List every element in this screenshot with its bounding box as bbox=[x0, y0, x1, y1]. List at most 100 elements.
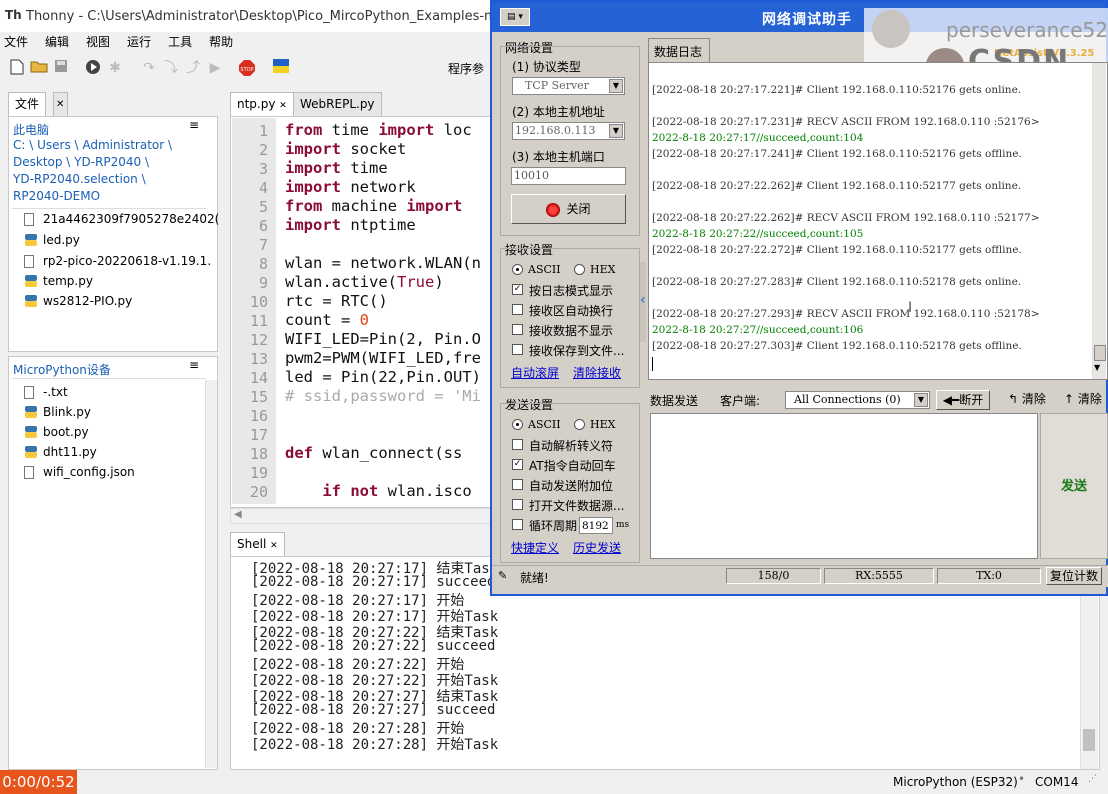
stop-icon[interactable]: STOP bbox=[238, 59, 256, 77]
clear-all-button[interactable]: ↑ 清除 bbox=[1064, 390, 1102, 407]
history-link[interactable]: 历史发送 bbox=[573, 539, 621, 556]
tab-files[interactable]: 文件 bbox=[8, 92, 47, 116]
open-folder-icon[interactable] bbox=[30, 59, 48, 77]
file-name: rp2-pico-20220618-v1.19.1. bbox=[43, 254, 212, 268]
path-segment[interactable]: RP2040-DEMO bbox=[13, 189, 100, 203]
port-input[interactable]: 10010 bbox=[511, 167, 626, 185]
save-icon[interactable] bbox=[52, 59, 70, 77]
escape-checkbox[interactable] bbox=[512, 439, 523, 450]
divider bbox=[12, 208, 206, 209]
send-hex-radio[interactable] bbox=[574, 419, 585, 430]
file-name: Blink.py bbox=[43, 405, 91, 419]
panel-menu-icon[interactable]: ≡ bbox=[189, 118, 199, 132]
menu-tools[interactable]: 工具 bbox=[168, 32, 192, 52]
close-connection-button[interactable]: 关闭 bbox=[511, 194, 626, 224]
collapse-arrow-icon[interactable]: ‹ bbox=[640, 292, 646, 308]
auto-wrap-checkbox[interactable] bbox=[512, 304, 523, 315]
tab-data-log[interactable]: 数据日志 bbox=[648, 38, 710, 62]
protocol-select[interactable]: TCP Server ▼ bbox=[512, 77, 625, 95]
path-segment[interactable]: YD-RP2040.selection \ bbox=[13, 172, 146, 186]
close-icon[interactable]: ✕ bbox=[279, 101, 287, 111]
this-pc-label[interactable]: 此电脑 bbox=[13, 121, 49, 138]
python-file-icon bbox=[24, 294, 38, 308]
reset-count-button[interactable]: 复位计数 bbox=[1046, 567, 1102, 585]
close-icon[interactable]: ✕ bbox=[270, 541, 278, 551]
at-cr-label: AT指令自动回车 bbox=[529, 459, 616, 473]
loop-period-input[interactable]: 8192 bbox=[579, 517, 613, 534]
scroll-thumb[interactable] bbox=[1083, 729, 1095, 751]
tab-webrepl-py[interactable]: WebREPL.py bbox=[293, 92, 382, 116]
line-number: 6 bbox=[258, 217, 268, 235]
step-into-icon[interactable]: ⤵ bbox=[162, 59, 180, 77]
device-scrollbar[interactable] bbox=[205, 380, 217, 768]
scroll-thumb[interactable] bbox=[1094, 345, 1106, 361]
send-ascii-radio[interactable] bbox=[512, 419, 523, 430]
status-icon: ✎ bbox=[498, 569, 508, 582]
save-to-file-checkbox[interactable] bbox=[512, 344, 523, 355]
loop-checkbox[interactable] bbox=[512, 519, 523, 530]
file-source-checkbox[interactable] bbox=[512, 499, 523, 510]
menu-edit[interactable]: 编辑 bbox=[45, 32, 69, 52]
line-number: 7 bbox=[258, 236, 268, 254]
interpreter-label[interactable]: MicroPython (ESP32) bbox=[893, 775, 1018, 789]
menu-run[interactable]: 运行 bbox=[127, 32, 151, 52]
menu-help[interactable]: 帮助 bbox=[209, 32, 233, 52]
menu-file[interactable]: 文件 bbox=[4, 32, 28, 52]
log-line: [2022-08-18 20:27:27.303]# Client 192.16… bbox=[652, 340, 1022, 352]
step-over-icon[interactable]: ↷ bbox=[140, 59, 158, 77]
host-select[interactable]: 192.168.0.113 ▼ bbox=[512, 122, 625, 140]
editor-hscrollbar[interactable]: ◀ bbox=[230, 508, 492, 524]
disconnect-button[interactable]: ◀━断开 bbox=[936, 390, 990, 410]
recv-hex-radio[interactable] bbox=[574, 264, 585, 275]
send-input[interactable] bbox=[650, 413, 1038, 559]
status-rx: RX:5555 bbox=[824, 568, 934, 584]
divider bbox=[12, 378, 206, 379]
log-scrollbar[interactable]: ▼ bbox=[1092, 63, 1106, 379]
clear-recv-link[interactable]: 清除接收 bbox=[573, 364, 621, 381]
at-cr-checkbox[interactable]: ✓ bbox=[512, 459, 523, 470]
status-led-icon bbox=[546, 202, 561, 217]
append-checkbox[interactable] bbox=[512, 479, 523, 490]
line-number: 10 bbox=[249, 293, 268, 311]
tab-shell[interactable]: Shell ✕ bbox=[230, 532, 285, 556]
file-name: boot.py bbox=[43, 425, 89, 439]
new-file-icon[interactable] bbox=[8, 59, 26, 77]
chevron-down-icon[interactable]: ▼ bbox=[609, 124, 623, 138]
panel-menu-icon[interactable]: ≡ bbox=[189, 358, 199, 372]
chevron-down-icon[interactable]: ▼ bbox=[914, 393, 928, 407]
code-line: wlan = network.WLAN(n bbox=[285, 254, 481, 272]
escape-label: 自动解析转义符 bbox=[529, 439, 614, 453]
step-out-icon[interactable]: ⤴ bbox=[184, 59, 202, 77]
log-mode-checkbox[interactable]: ✓ bbox=[512, 284, 523, 295]
shortcut-link[interactable]: 快捷定义 bbox=[511, 539, 559, 556]
host-value: 192.168.0.113 bbox=[515, 124, 596, 137]
send-button[interactable]: 发送 bbox=[1040, 413, 1108, 559]
scroll-down-icon[interactable]: ▼ bbox=[1094, 363, 1100, 372]
svg-text:STOP: STOP bbox=[240, 67, 253, 73]
close-icon[interactable]: ✕ bbox=[53, 92, 68, 116]
port-label[interactable]: COM14 bbox=[1035, 775, 1078, 789]
resume-icon[interactable]: ▶ bbox=[206, 59, 224, 77]
line-number: 9 bbox=[258, 274, 268, 292]
path-segment[interactable]: Desktop \ YD-RP2040 \ bbox=[13, 155, 149, 169]
debug-icon[interactable]: ✱ bbox=[106, 59, 124, 77]
tab-data-send[interactable]: 数据发送 bbox=[650, 392, 698, 409]
chevron-down-icon[interactable]: ▼ bbox=[609, 79, 623, 93]
menu-bar: 文件 编辑 视图 运行 工具 帮助 bbox=[0, 32, 490, 52]
auto-scroll-link[interactable]: 自动滚屏 bbox=[511, 364, 559, 381]
path-segment[interactable]: C: \ Users \ Administrator \ bbox=[13, 138, 172, 152]
window-title: Thonny - C:\Users\Administrator\Desktop\… bbox=[26, 9, 530, 24]
resize-grip-icon[interactable]: ⋰ bbox=[1088, 774, 1097, 784]
log-line: [2022-08-18 20:27:17.241]# Client 192.16… bbox=[652, 148, 1022, 160]
device-label[interactable]: MicroPython设备 bbox=[13, 361, 111, 378]
clear-icon: ↑ bbox=[1064, 392, 1078, 406]
client-select[interactable]: All Connections (0) ▼ bbox=[785, 391, 930, 409]
system-menu-icon[interactable]: ▤ ▾ bbox=[500, 8, 530, 26]
hide-recv-checkbox[interactable] bbox=[512, 324, 523, 335]
log-line: [2022-08-18 20:27:17.231]# RECV ASCII FR… bbox=[652, 116, 1040, 128]
run-icon[interactable] bbox=[84, 59, 102, 77]
recv-ascii-radio[interactable] bbox=[512, 264, 523, 275]
menu-view[interactable]: 视图 bbox=[86, 32, 110, 52]
clear-send-button[interactable]: ↰ 清除 bbox=[1008, 390, 1046, 407]
tab-ntp-py[interactable]: ntp.py ✕ bbox=[230, 92, 294, 116]
